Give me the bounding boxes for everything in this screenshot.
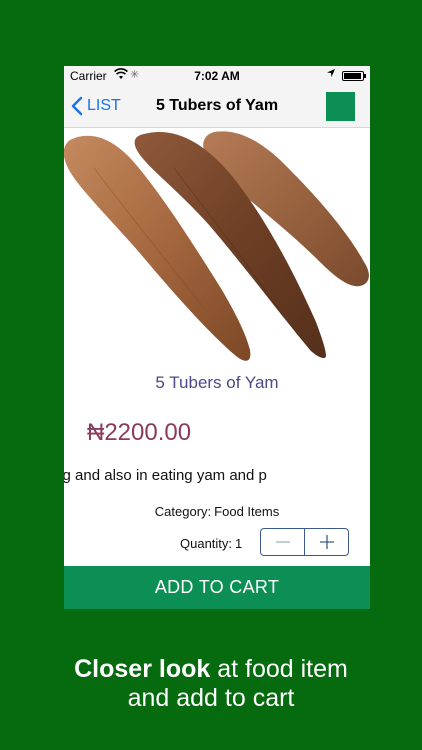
increment-button[interactable] [305, 529, 348, 555]
product-description: r pounding and also in eating yam and p [64, 467, 267, 484]
caption-rest: at food item [210, 655, 348, 683]
product-price: ₦2200.00 [87, 419, 192, 446]
product-category: Category: Food Items [64, 504, 370, 519]
navigation-bar: LIST 5 Tubers of Yam [64, 86, 370, 128]
phone-screen: Carrier ✳ 7:02 AM LIST 5 Tubers of Yam 5… [64, 66, 370, 609]
category-value: Food Items [214, 504, 280, 519]
add-to-cart-button[interactable]: ADD TO CART [64, 566, 370, 609]
promo-caption: Closer look at food item and add to cart [0, 655, 422, 713]
product-name: 5 Tubers of Yam [155, 373, 279, 392]
location-icon [326, 68, 336, 81]
page-title: 5 Tubers of Yam [155, 97, 279, 114]
plus-icon [319, 535, 334, 549]
product-image [64, 131, 369, 361]
quantity-display: Quantity: 1 [180, 536, 242, 551]
quantity-label: Quantity: [180, 536, 233, 551]
status-time: 7:02 AM [194, 69, 240, 83]
battery-icon [342, 71, 366, 81]
caption-bold: Closer look [74, 655, 211, 683]
caption-line-2: and add to cart [127, 684, 295, 712]
quantity-stepper[interactable] [260, 528, 349, 556]
minus-icon [275, 541, 290, 543]
caption-line-1: Closer look at food item [0, 655, 422, 684]
quantity-value: 1 [235, 536, 243, 551]
category-label: Category: [154, 504, 212, 519]
status-bar: Carrier ✳ 7:02 AM [64, 66, 370, 86]
decrement-button[interactable] [261, 529, 304, 555]
cart-button[interactable] [326, 92, 355, 121]
